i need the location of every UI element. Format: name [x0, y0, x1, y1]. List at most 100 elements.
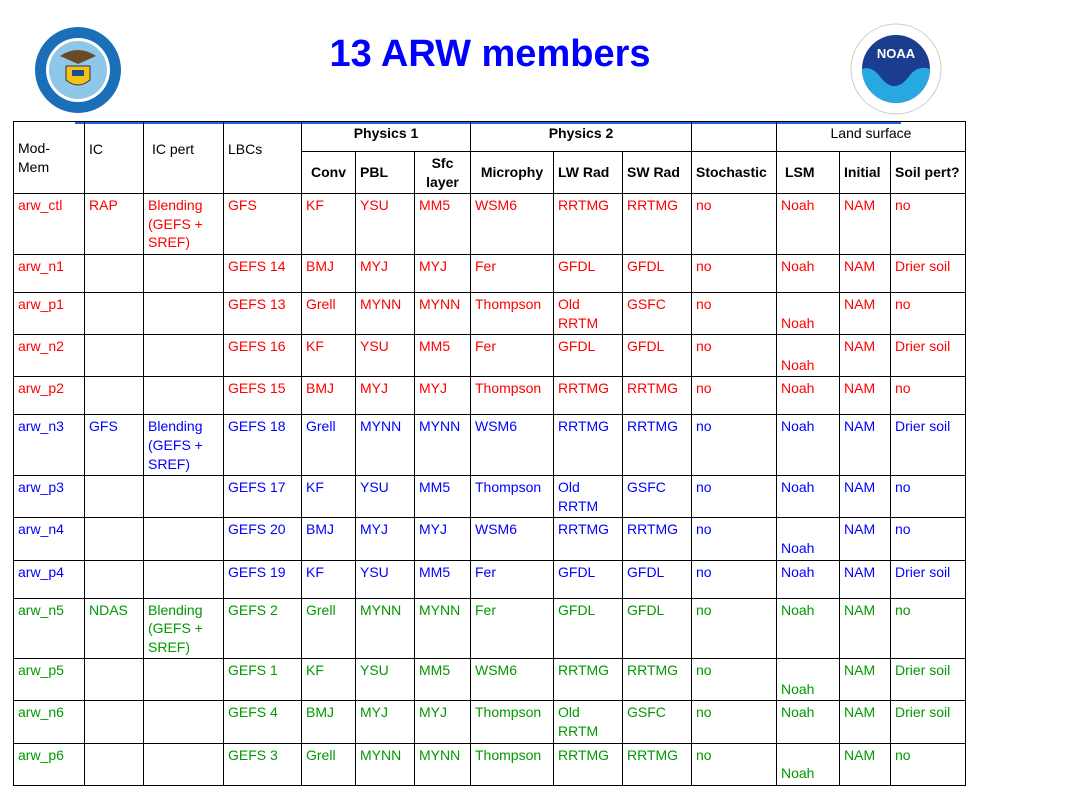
cell-soil-pert: no — [890, 517, 966, 561]
cell-initial: NAM — [839, 414, 891, 477]
cell-ic — [84, 291, 144, 336]
cell-ic-pert — [143, 700, 224, 744]
cell-lsm: Noah — [776, 559, 840, 599]
cell-soil-pert: Drier soil — [890, 414, 966, 477]
table-row: arw_n5 NDAS Blending (GEFS + SREF) GEFS 2 Gr… — [13, 597, 966, 660]
header-ic-pert: IC pert — [143, 120, 224, 195]
cell-mod-mem: arw_p6 — [13, 742, 85, 786]
cell-ic-pert — [143, 475, 224, 519]
page-title: 13 ARW members — [329, 33, 651, 75]
header-lw-rad: LW Rad — [553, 150, 623, 195]
table-row: arw_p5 GEFS 1 KF YSU MM5 WSM6 RRTMG RRTMG no Noa… — [13, 658, 966, 702]
cell-soil-pert: Drier soil — [890, 700, 966, 744]
cell-lbcs: GEFS 19 — [223, 559, 302, 599]
cell-stochastic: no — [691, 475, 777, 519]
header-initial: Initial — [839, 150, 891, 195]
table-row: arw_n1 GEFS 14 BMJ MYJ MYJ Fer GFDL GFDL no Noah N… — [13, 253, 966, 293]
cell-ic — [84, 559, 144, 599]
cell-lsm: Noah — [776, 742, 840, 786]
header-microphy: Microphy — [470, 150, 554, 195]
cell-lw-rad: RRTMG — [553, 414, 623, 477]
table-row: arw_p3 GEFS 17 KF YSU MM5 Thompson Old RRTM GSF… — [13, 475, 966, 519]
cell-ic — [84, 376, 144, 416]
cell-soil-pert: no — [890, 475, 966, 519]
cell-microphy: Thompson — [470, 742, 554, 786]
cell-ic — [84, 517, 144, 561]
cell-soil-pert: no — [890, 742, 966, 786]
cell-lbcs: GEFS 2 — [223, 597, 302, 660]
cell-pbl: YSU — [355, 334, 415, 378]
cell-lw-rad: RRTMG — [553, 517, 623, 561]
cell-sw-rad: RRTMG — [622, 193, 692, 255]
cell-conv: Grell — [301, 414, 356, 477]
cell-sfc-layer: MM5 — [414, 475, 471, 519]
header-soil-pert: Soil pert? — [890, 150, 966, 195]
cell-soil-pert: no — [890, 376, 966, 416]
cell-conv: BMJ — [301, 517, 356, 561]
header-physics2: Physics 2 — [470, 121, 692, 152]
cell-stochastic: no — [691, 597, 777, 660]
cell-lw-rad: Old RRTM — [553, 700, 623, 744]
cell-sw-rad: RRTMG — [622, 517, 692, 561]
cell-microphy: Thompson — [470, 291, 554, 336]
cell-lw-rad: Old RRTM — [553, 475, 623, 519]
cell-ic: GFS — [84, 414, 144, 477]
cell-mod-mem: arw_n1 — [13, 253, 85, 293]
cell-sfc-layer: MYNN — [414, 742, 471, 786]
cell-ic — [84, 253, 144, 293]
cell-initial: NAM — [839, 700, 891, 744]
cell-lw-rad: GFDL — [553, 597, 623, 660]
header-lbcs: LBCs — [223, 120, 302, 195]
header-stochastic: Stochastic — [691, 150, 777, 195]
cell-ic-pert: Blending (GEFS + SREF) — [143, 597, 224, 660]
cell-sfc-layer: MYJ — [414, 700, 471, 744]
cell-lsm: Noah — [776, 334, 840, 378]
cell-mod-mem: arw_n5 — [13, 597, 85, 660]
header-physics1: Physics 1 — [301, 121, 471, 152]
cell-ic: RAP — [84, 193, 144, 255]
cell-soil-pert: no — [890, 193, 966, 255]
cell-lsm: Noah — [776, 291, 840, 336]
table-row: arw_p6 GEFS 3 Grell MYNN MYNN Thompson RRTMG RR… — [13, 742, 966, 786]
table-row: arw_p1 GEFS 13 Grell MYNN MYNN Thompson Old RR… — [13, 291, 966, 336]
cell-pbl: YSU — [355, 559, 415, 599]
cell-microphy: Thompson — [470, 376, 554, 416]
cell-sw-rad: RRTMG — [622, 414, 692, 477]
cell-initial: NAM — [839, 475, 891, 519]
cell-pbl: MYNN — [355, 597, 415, 660]
cell-sfc-layer: MYJ — [414, 376, 471, 416]
cell-mod-mem: arw_p3 — [13, 475, 85, 519]
cell-pbl: MYJ — [355, 253, 415, 293]
cell-stochastic: no — [691, 658, 777, 702]
table-row: arw_p2 GEFS 15 BMJ MYJ MYJ Thompson RRTMG RRTMG… — [13, 376, 966, 416]
cell-mod-mem: arw_n6 — [13, 700, 85, 744]
header-lsm: LSM — [776, 150, 840, 195]
header-land-surface: Land surface — [776, 121, 966, 152]
cell-lsm: Noah — [776, 253, 840, 293]
cell-sw-rad: GSFC — [622, 475, 692, 519]
cell-ic — [84, 742, 144, 786]
cell-initial: NAM — [839, 193, 891, 255]
cell-ic-pert — [143, 658, 224, 702]
cell-ic — [84, 700, 144, 744]
cell-ic-pert — [143, 291, 224, 336]
cell-pbl: MYJ — [355, 700, 415, 744]
table-row: arw_n6 GEFS 4 BMJ MYJ MYJ Thompson Old RRTM GSF… — [13, 700, 966, 744]
table-row: arw_ctl RAP Blending (GEFS + SREF) GFS KF YS… — [13, 193, 966, 255]
cell-stochastic: no — [691, 742, 777, 786]
cell-initial: NAM — [839, 658, 891, 702]
cell-ic-pert — [143, 742, 224, 786]
cell-stochastic: no — [691, 517, 777, 561]
header-blank — [691, 121, 777, 152]
cell-microphy: Thompson — [470, 475, 554, 519]
cell-sfc-layer: MM5 — [414, 559, 471, 599]
cell-pbl: YSU — [355, 475, 415, 519]
cell-lbcs: GEFS 13 — [223, 291, 302, 336]
members-table: Mod- Mem IC IC pert LBCs Physics 1 Physi… — [13, 120, 966, 786]
header-conv: Conv — [301, 150, 356, 195]
cell-mod-mem: arw_p1 — [13, 291, 85, 336]
cell-mod-mem: arw_n3 — [13, 414, 85, 477]
cell-lsm: Noah — [776, 193, 840, 255]
cell-pbl: MYNN — [355, 414, 415, 477]
cell-lbcs: GEFS 3 — [223, 742, 302, 786]
